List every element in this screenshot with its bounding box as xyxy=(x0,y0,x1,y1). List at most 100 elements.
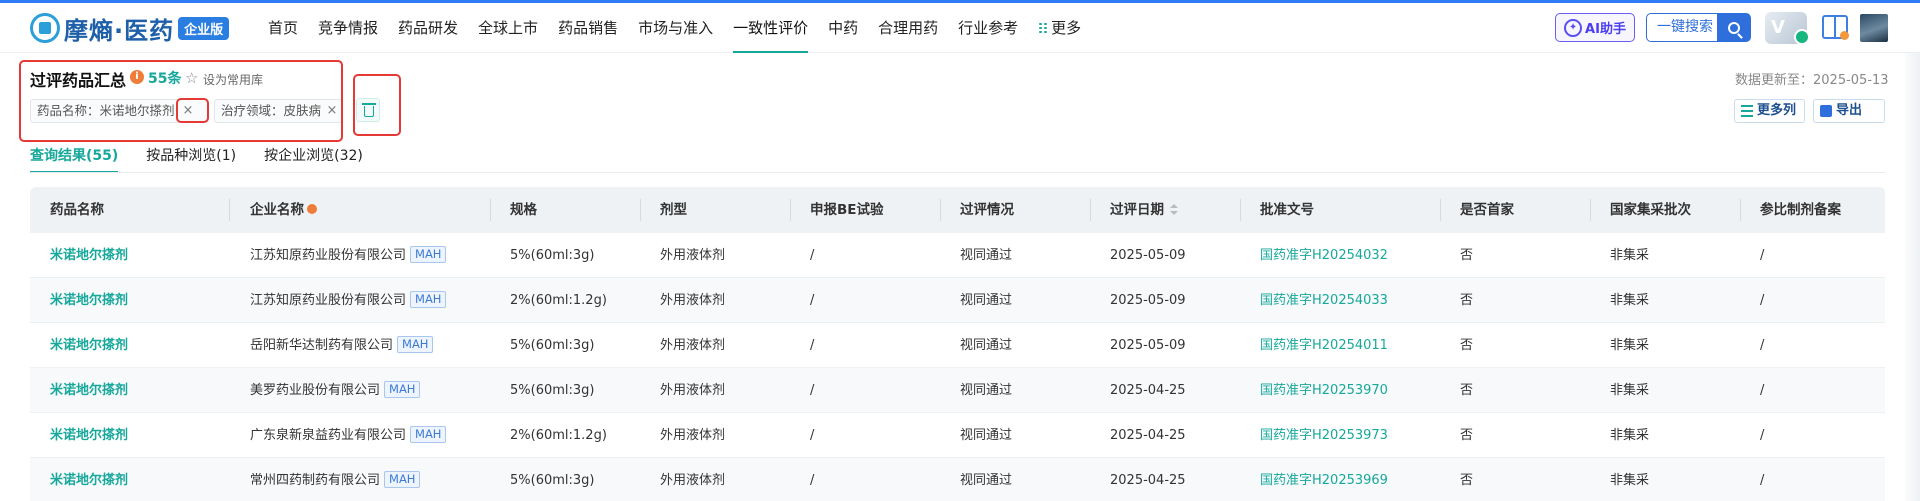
cell-drug-name[interactable]: 米诺地尔搽剂 xyxy=(50,368,128,413)
nav-tcm[interactable]: 中药 xyxy=(818,3,868,53)
table-row[interactable]: 米诺地尔搽剂 江苏知原药业股份有限公司 MAH 2%(60ml:1.2g) 外用液体剂 /… xyxy=(30,278,1885,323)
nav-industry-reference[interactable]: 行业参考 xyxy=(948,3,1028,53)
list-icon xyxy=(1741,105,1753,117)
info-icon[interactable] xyxy=(307,204,317,214)
cell-reference-filing: / xyxy=(1760,458,1764,501)
search-submit-button[interactable] xyxy=(1717,13,1751,42)
cell-company[interactable]: 江苏知原药业股份有限公司 MAH xyxy=(250,278,447,323)
nav-consistency-evaluation[interactable]: 一致性评价 xyxy=(723,3,818,53)
cell-approval-number[interactable]: 国药准字H20254011 xyxy=(1260,323,1388,368)
tab-by-variety[interactable]: 按品种浏览(1) xyxy=(146,145,236,173)
mah-badge: MAH xyxy=(410,246,447,263)
cell-text: 2025-05-09 xyxy=(1110,248,1186,263)
cell-text: 2025-04-25 xyxy=(1110,473,1186,488)
cell-text: / xyxy=(1760,383,1765,398)
nav-competition[interactable]: 竞争情报 xyxy=(308,3,388,53)
cell-reference-filing: / xyxy=(1760,233,1764,278)
ai-assistant-button[interactable]: ✦ AI助手 xyxy=(1555,13,1635,42)
cell-text: 视同通过 xyxy=(960,383,1013,398)
cell-reference-filing: / xyxy=(1760,413,1764,458)
cell-dosage-form: 外用液体剂 xyxy=(660,233,725,278)
quick-search-label: 一键搜索 xyxy=(1657,19,1713,35)
cell-text: / xyxy=(810,383,815,398)
column-header-label: 批准文号 xyxy=(1260,202,1314,218)
table-header: 药品名称 企业名称 规格 剂型 申报BE试验 过评情况 过评日期 批准文号 是否… xyxy=(30,187,1885,233)
cell-text: / xyxy=(1760,248,1765,263)
nav-rational-use[interactable]: 合理用药 xyxy=(868,3,948,53)
nav-home[interactable]: 首页 xyxy=(258,3,308,53)
cell-text: 米诺地尔搽剂 xyxy=(50,428,129,443)
nav-label: 中药 xyxy=(828,19,859,37)
cell-text: 外用液体剂 xyxy=(660,248,726,263)
cell-text: 国药准字H20254033 xyxy=(1260,293,1388,308)
cell-company[interactable]: 广东泉新泉益药业有限公司 MAH xyxy=(250,413,447,458)
cell-text: / xyxy=(810,338,815,353)
column-header-drug-name: 药品名称 xyxy=(50,187,104,233)
search-icon xyxy=(1728,21,1740,34)
cell-text: 广东泉新泉益药业有限公司 xyxy=(250,428,407,443)
tab-by-company[interactable]: 按企业浏览(32) xyxy=(264,145,363,173)
table-row[interactable]: 米诺地尔搽剂 常州四药制药有限公司 MAH 5%(60ml:3g) 外用液体剂 / 视同通过… xyxy=(30,458,1885,501)
nav-global-launch[interactable]: 全球上市 xyxy=(468,3,548,53)
sort-icon[interactable] xyxy=(1170,204,1178,216)
export-button[interactable]: 导出 xyxy=(1813,99,1885,123)
notification-dot-icon xyxy=(1840,31,1849,40)
table-row[interactable]: 米诺地尔搽剂 岳阳新华达制药有限公司 MAH 5%(60ml:3g) 外用液体剂 / 视同通… xyxy=(30,323,1885,368)
cell-approval-number[interactable]: 国药准字H20253970 xyxy=(1260,368,1388,413)
cell-spec: 5%(60ml:3g) xyxy=(510,458,595,501)
cell-procurement-batch: 非集采 xyxy=(1610,368,1649,413)
cell-be-trial: / xyxy=(810,458,814,501)
cell-approval-number[interactable]: 国药准字H20254033 xyxy=(1260,278,1388,323)
nav-rnd[interactable]: 药品研发 xyxy=(388,3,468,53)
cell-approval-number[interactable]: 国药准字H20253973 xyxy=(1260,413,1388,458)
cell-text: 外用液体剂 xyxy=(660,293,726,308)
nav-label: 首页 xyxy=(268,19,299,37)
cell-reference-filing: / xyxy=(1760,278,1764,323)
cell-drug-name[interactable]: 米诺地尔搽剂 xyxy=(50,323,128,368)
column-header-approval-number: 批准文号 xyxy=(1260,187,1314,233)
cell-text: 米诺地尔搽剂 xyxy=(50,338,129,353)
nav-label: 药品销售 xyxy=(558,19,619,37)
column-divider xyxy=(1240,199,1241,221)
cell-company[interactable]: 美罗药业股份有限公司 MAH xyxy=(250,368,421,413)
cell-company[interactable]: 常州四药制药有限公司 MAH xyxy=(250,458,421,501)
table-row[interactable]: 米诺地尔搽剂 广东泉新泉益药业有限公司 MAH 2%(60ml:1.2g) 外用液体剂 /… xyxy=(30,413,1885,458)
more-columns-button[interactable]: 更多列 xyxy=(1734,99,1805,123)
cell-text: 外用液体剂 xyxy=(660,338,726,353)
table-row[interactable]: 米诺地尔搽剂 江苏知原药业股份有限公司 MAH 5%(60ml:3g) 外用液体剂 / 视同… xyxy=(30,233,1885,278)
cell-text: 米诺地尔搽剂 xyxy=(50,383,129,398)
cell-text: 国药准字H20253973 xyxy=(1260,428,1388,443)
export-icon xyxy=(1820,105,1832,117)
cell-evaluation-status: 视同通过 xyxy=(960,233,1012,278)
annotation-box-trash xyxy=(353,74,401,136)
nav-market-access[interactable]: 市场与准入 xyxy=(628,3,723,53)
mah-badge: MAH xyxy=(410,291,447,308)
cell-be-trial: / xyxy=(810,233,814,278)
cell-drug-name[interactable]: 米诺地尔搽剂 xyxy=(50,413,128,458)
column-header-label: 过评日期 xyxy=(1110,202,1164,218)
column-header-evaluation-status: 过评情况 xyxy=(960,187,1014,233)
table-row[interactable]: 米诺地尔搽剂 美罗药业股份有限公司 MAH 5%(60ml:3g) 外用液体剂 / 视同通过… xyxy=(30,368,1885,413)
cell-drug-name[interactable]: 米诺地尔搽剂 xyxy=(50,458,128,501)
cell-dosage-form: 外用液体剂 xyxy=(660,368,725,413)
cell-drug-name[interactable]: 米诺地尔搽剂 xyxy=(50,278,128,323)
tab-query-results[interactable]: 查询结果(55) xyxy=(30,145,119,173)
column-header-company: 企业名称 xyxy=(250,187,317,233)
cell-drug-name[interactable]: 米诺地尔搽剂 xyxy=(50,233,128,278)
cell-company[interactable]: 岳阳新华达制药有限公司 MAH xyxy=(250,323,434,368)
column-divider xyxy=(1090,199,1091,221)
nav-more[interactable]: 更多 xyxy=(1028,3,1091,53)
nav-label: 市场与准入 xyxy=(638,19,714,37)
page-side-gutter xyxy=(1905,53,1920,501)
cell-company[interactable]: 江苏知原药业股份有限公司 MAH xyxy=(250,233,447,278)
avatar[interactable] xyxy=(1860,14,1888,42)
cell-approval-number[interactable]: 国药准字H20254032 xyxy=(1260,233,1388,278)
data-update-date: 数据更新至：2025-05-13 xyxy=(1735,73,1889,88)
logo[interactable]: 摩熵·医药 企业版 xyxy=(30,11,230,45)
cell-text: 外用液体剂 xyxy=(660,383,726,398)
cell-approval-number[interactable]: 国药准字H20253969 xyxy=(1260,458,1388,501)
cell-spec: 5%(60ml:3g) xyxy=(510,368,595,413)
column-header-evaluation-date[interactable]: 过评日期 xyxy=(1110,187,1178,233)
cell-text: 米诺地尔搽剂 xyxy=(50,473,129,488)
nav-sales[interactable]: 药品销售 xyxy=(548,3,628,53)
